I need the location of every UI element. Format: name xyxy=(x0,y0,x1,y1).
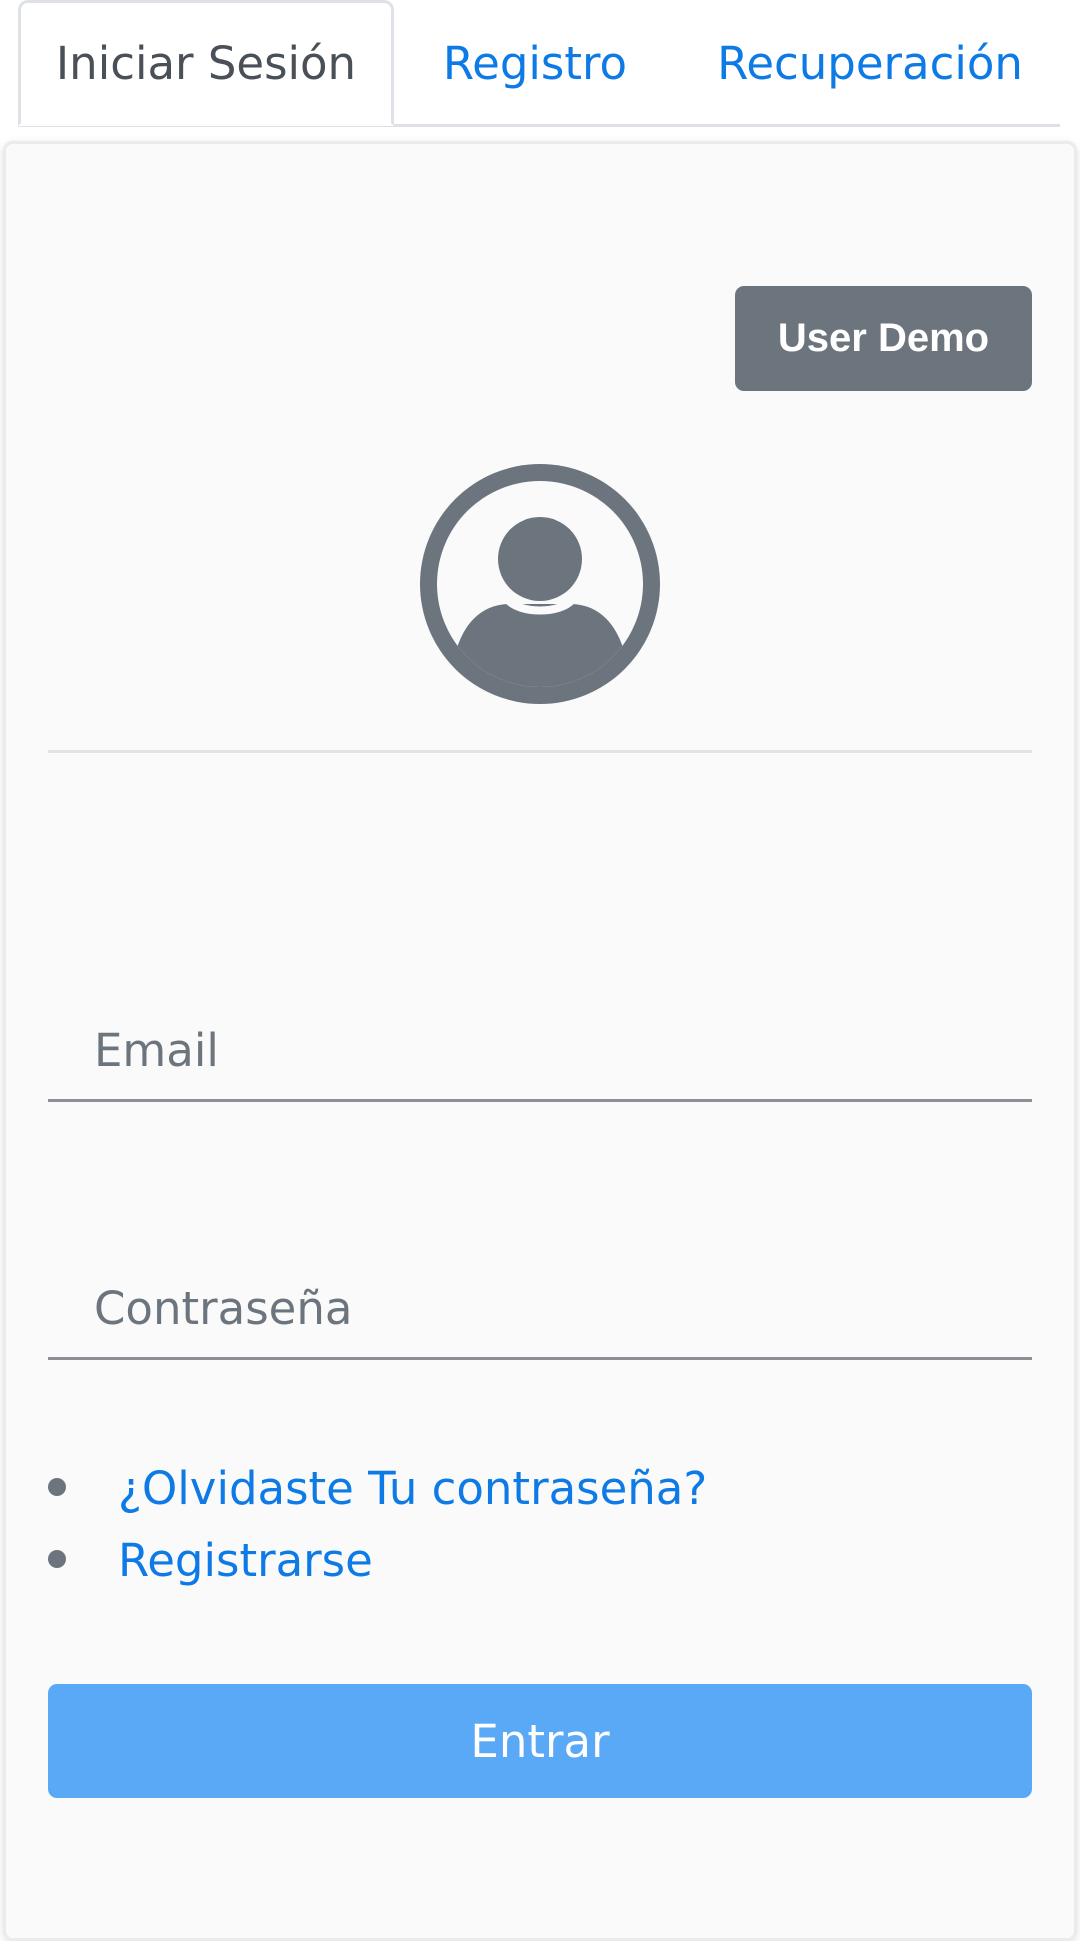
password-field xyxy=(48,1260,1032,1360)
bullet-icon xyxy=(48,1478,66,1496)
divider xyxy=(48,750,1032,753)
email-input[interactable] xyxy=(48,1005,1032,1095)
list-item: Registrarse xyxy=(48,1524,707,1596)
auth-links-list: ¿Olvidaste Tu contraseña? Registrarse xyxy=(48,1452,707,1596)
tab-iniciar-sesion[interactable]: Iniciar Sesión xyxy=(18,0,394,126)
forgot-password-link[interactable]: ¿Olvidaste Tu contraseña? xyxy=(118,1462,707,1515)
tab-bar: Iniciar Sesión Registro Recuperación xyxy=(0,0,1080,127)
password-input[interactable] xyxy=(48,1263,1032,1353)
tab-label: Recuperación xyxy=(717,36,1023,90)
tab-label: Registro xyxy=(442,36,628,90)
register-link[interactable]: Registrarse xyxy=(118,1534,373,1587)
login-submit-button[interactable]: Entrar xyxy=(48,1684,1032,1798)
tab-registro[interactable]: Registro xyxy=(420,0,650,126)
email-field xyxy=(48,1002,1032,1102)
bullet-icon xyxy=(48,1550,66,1568)
tab-recuperacion[interactable]: Recuperación xyxy=(700,0,1040,126)
list-item: ¿Olvidaste Tu contraseña? xyxy=(48,1452,707,1524)
tab-label: Iniciar Sesión xyxy=(55,36,357,90)
user-demo-button[interactable]: User Demo xyxy=(735,286,1032,391)
user-circle-icon xyxy=(420,464,660,704)
